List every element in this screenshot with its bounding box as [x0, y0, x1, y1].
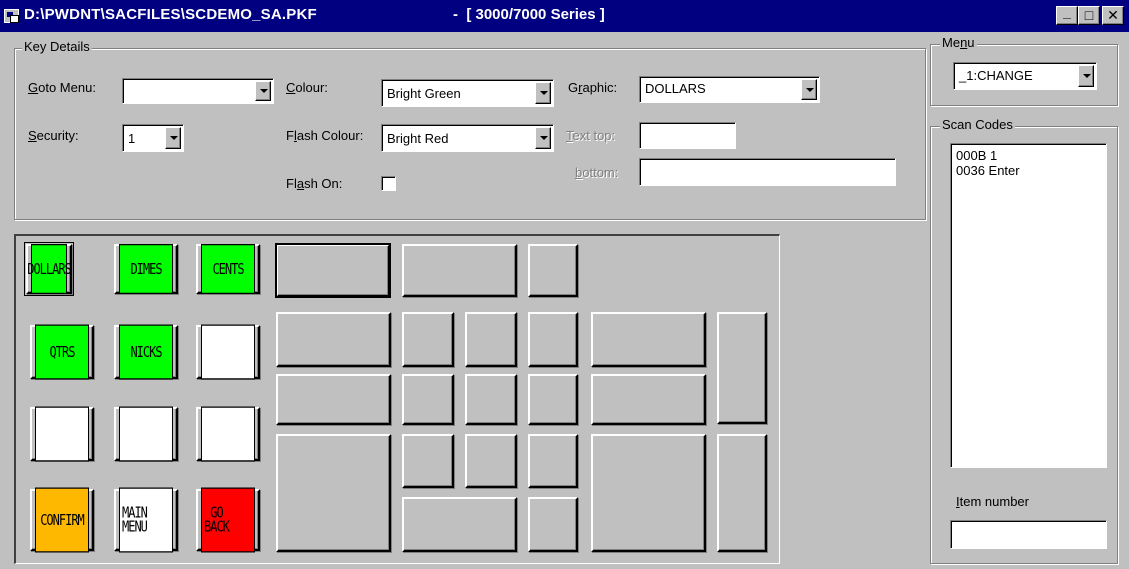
key-label	[119, 406, 173, 462]
text-bottom-label: bottom:	[575, 165, 619, 180]
flash-colour-label: Flash Colour:	[286, 128, 364, 143]
keypad-key[interactable]	[465, 374, 517, 425]
window-series: - [ 3000/7000 Series ]	[453, 6, 605, 23]
chevron-down-icon[interactable]	[535, 82, 551, 104]
key-confirm[interactable]: CONFIRM	[30, 487, 94, 553]
keypad-key[interactable]	[465, 434, 517, 488]
key-label	[201, 324, 255, 380]
key-label: DIMES	[119, 244, 173, 294]
key-qtrs[interactable]: QTRS	[30, 324, 94, 380]
graphic-label: Graphic:	[568, 80, 618, 95]
key-label: DOLLARS	[27, 244, 72, 294]
maximize-icon: □	[1084, 7, 1094, 23]
text-top-input[interactable]	[639, 122, 736, 149]
key-label: CENTS	[201, 244, 255, 294]
menu-select[interactable]: _1:CHANGE	[953, 62, 1097, 90]
scan-codes-list[interactable]: 000B 1 0036 Enter	[950, 143, 1107, 468]
keypad-key[interactable]	[402, 374, 454, 425]
scan-codes-legend: Scan Codes	[940, 117, 1015, 132]
keypad-key[interactable]	[402, 497, 517, 552]
colour-select[interactable]: Bright Green	[381, 79, 554, 107]
key-blank[interactable]	[114, 406, 178, 462]
key-label: MAIN MENU	[119, 487, 173, 553]
goto-menu-select[interactable]	[122, 78, 274, 104]
item-number-label: Item number	[956, 494, 1029, 509]
key-label: GO BACK	[201, 487, 255, 553]
title-bar[interactable]: D:\PWDNT\SACFILES\SCDEMO_SA.PKF - [ 3000…	[0, 0, 1129, 32]
minimize-button[interactable]: _	[1056, 4, 1078, 25]
key-dimes[interactable]: DIMES	[114, 244, 178, 294]
keypad-key[interactable]	[717, 434, 767, 552]
colour-label: Colour:	[286, 80, 328, 95]
key-cents[interactable]: CENTS	[196, 244, 260, 294]
chevron-down-icon[interactable]	[165, 127, 181, 149]
app-icon[interactable]	[4, 9, 19, 23]
keypad-key[interactable]	[591, 434, 706, 552]
key-main-menu[interactable]: MAIN MENU	[114, 487, 178, 553]
keypad-key[interactable]	[528, 434, 578, 488]
flash-on-label: Flash On:	[286, 176, 343, 191]
keypad-key[interactable]	[276, 312, 391, 367]
flash-colour-select[interactable]: Bright Red	[381, 124, 554, 152]
text-top-label: Text top:	[566, 128, 616, 143]
key-go-back[interactable]: GO BACK	[196, 487, 260, 553]
key-details-legend: Key Details	[22, 39, 92, 54]
keypad-key[interactable]	[717, 312, 767, 424]
security-label: Security:	[28, 128, 79, 143]
item-number-input[interactable]	[950, 520, 1107, 549]
text-bottom-input[interactable]	[639, 158, 896, 186]
key-nicks[interactable]: NICKS	[114, 324, 178, 380]
key-blank[interactable]	[196, 406, 260, 462]
list-item[interactable]: 000B 1	[956, 148, 1101, 163]
keypad-key[interactable]	[528, 244, 578, 297]
key-label	[201, 406, 255, 462]
keypad-key[interactable]	[591, 374, 706, 425]
key-label: NICKS	[119, 324, 173, 380]
keypad-key[interactable]	[465, 312, 517, 367]
key-blank[interactable]	[196, 324, 260, 380]
close-button[interactable]: ✕	[1102, 6, 1124, 25]
keypad-key[interactable]	[402, 434, 454, 488]
graphic-select[interactable]: DOLLARS	[639, 76, 820, 103]
chevron-down-icon[interactable]	[1078, 65, 1094, 87]
keypad-key[interactable]	[275, 243, 391, 298]
key-blank[interactable]	[30, 406, 94, 462]
menu-legend: Menu	[940, 35, 977, 50]
chevron-down-icon[interactable]	[801, 79, 817, 100]
chevron-down-icon[interactable]	[255, 81, 271, 101]
close-icon: ✕	[1107, 7, 1119, 23]
key-label	[35, 406, 89, 462]
window-title: D:\PWDNT\SACFILES\SCDEMO_SA.PKF	[24, 6, 317, 23]
keypad-key[interactable]	[402, 244, 517, 297]
list-item[interactable]: 0036 Enter	[956, 163, 1101, 178]
keypad-key[interactable]	[528, 374, 578, 425]
minimize-icon: _	[1063, 4, 1071, 20]
key-dollars[interactable]: DOLLARS	[24, 242, 74, 296]
goto-menu-label: Goto Menu:	[28, 80, 96, 95]
keypad-key[interactable]	[528, 497, 578, 552]
keypad-key[interactable]	[591, 312, 706, 367]
keypad-key[interactable]	[276, 374, 391, 425]
security-select[interactable]: 1	[122, 124, 184, 152]
keypad-key[interactable]	[528, 312, 578, 367]
flash-on-checkbox[interactable]	[381, 176, 396, 191]
chevron-down-icon[interactable]	[535, 127, 551, 149]
keypad-key[interactable]	[276, 434, 391, 552]
keypad-key[interactable]	[402, 312, 454, 367]
key-label: QTRS	[35, 324, 89, 380]
key-label: CONFIRM	[35, 487, 89, 553]
maximize-button[interactable]: □	[1078, 6, 1100, 25]
